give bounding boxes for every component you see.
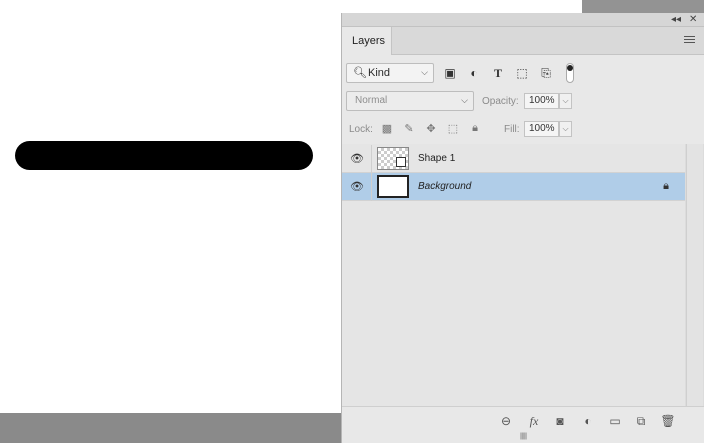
search-icon: 🔍︎ bbox=[353, 67, 367, 79]
smart-object-filter-icon[interactable]: ⎘ bbox=[538, 65, 554, 81]
vector-mask-icon bbox=[396, 157, 406, 167]
layer-name[interactable]: Background bbox=[418, 181, 471, 192]
fill-label: Fill: bbox=[504, 124, 520, 135]
layer-shape-1[interactable]: 👁︎ Shape 1 bbox=[342, 145, 685, 173]
shape-filter-icon[interactable]: ⬚ bbox=[514, 65, 530, 81]
filter-kind-dropdown[interactable]: 🔍︎ Kind ⌵ bbox=[346, 63, 434, 83]
fill-input[interactable]: 100% bbox=[524, 121, 559, 137]
chevron-down-icon: ⌵ bbox=[421, 67, 428, 77]
opacity-chevron-icon[interactable]: ⌵ bbox=[559, 93, 572, 109]
layer-background[interactable]: 👁︎ Background 🔒︎ bbox=[342, 173, 685, 201]
new-group-icon[interactable]: ▭ bbox=[607, 413, 623, 429]
lock-icon[interactable]: 🔒︎ bbox=[663, 180, 669, 193]
opacity-label: Opacity: bbox=[482, 96, 519, 107]
panel-topbar: ◂◂ ✕ bbox=[342, 13, 704, 27]
delete-layer-icon[interactable]: 🗑︎ bbox=[660, 413, 676, 429]
layers-bottom-bar: ⊖ fx ◙ ◐ ▭ ⧉ 🗑︎ bbox=[342, 406, 704, 434]
canvas-pasteboard bbox=[582, 0, 704, 14]
lock-artboard-icon[interactable]: ⬚ bbox=[446, 122, 460, 136]
opacity-input[interactable]: 100% bbox=[524, 93, 559, 109]
tab-layers[interactable]: Layers bbox=[342, 27, 392, 55]
panel-menu-icon[interactable] bbox=[684, 36, 695, 45]
scrollbar-thumb[interactable] bbox=[686, 144, 703, 406]
collapse-icon[interactable]: ◂◂ bbox=[671, 14, 681, 26]
layer-thumbnail bbox=[377, 175, 409, 198]
blend-mode-value: Normal bbox=[355, 95, 388, 106]
adjustment-filter-icon[interactable]: ◐ bbox=[466, 65, 482, 81]
add-mask-icon[interactable]: ◙ bbox=[552, 413, 568, 429]
lock-label: Lock: bbox=[349, 124, 373, 135]
type-filter-icon[interactable]: T bbox=[490, 65, 506, 81]
close-icon[interactable]: ✕ bbox=[689, 14, 697, 26]
fill-chevron-icon[interactable]: ⌵ bbox=[559, 121, 572, 137]
filter-kind-label: Kind bbox=[368, 67, 391, 79]
lock-image-pixels-icon[interactable]: ✎ bbox=[402, 122, 416, 136]
filter-toggle[interactable] bbox=[566, 63, 574, 83]
blend-mode-dropdown[interactable]: Normal ⌵ bbox=[346, 91, 474, 111]
lock-all-icon[interactable]: 🔒︎ bbox=[468, 122, 482, 136]
new-layer-icon[interactable]: ⧉ bbox=[633, 413, 649, 429]
link-layers-icon[interactable]: ⊖ bbox=[498, 413, 514, 429]
resize-grip-icon[interactable]: |||||||| bbox=[512, 433, 534, 440]
layers-panel: ◂◂ ✕ Layers 🔍︎ Kind ⌵ ▣ ◐ T ⬚ ⎘ Normal ⌵… bbox=[341, 13, 704, 443]
canvas-pasteboard-bottom bbox=[0, 413, 342, 443]
lock-position-icon[interactable]: ✥ bbox=[424, 122, 438, 136]
layers-list: 👁︎ Shape 1 👁︎ Background 🔒︎ bbox=[342, 144, 685, 406]
layer-thumbnail bbox=[377, 147, 409, 170]
image-filter-icon[interactable]: ▣ bbox=[442, 65, 458, 81]
shape-1-stroke[interactable] bbox=[15, 141, 313, 170]
layer-name[interactable]: Shape 1 bbox=[418, 153, 455, 164]
fx-icon[interactable]: fx bbox=[526, 413, 542, 429]
adjustment-layer-icon[interactable]: ◐ bbox=[580, 413, 596, 429]
eye-icon[interactable]: 👁︎ bbox=[350, 152, 364, 166]
panel-tab-row: Layers bbox=[342, 27, 704, 55]
chevron-down-icon: ⌵ bbox=[461, 95, 468, 105]
lock-transparent-pixels-icon[interactable]: ▩ bbox=[380, 122, 394, 136]
eye-icon[interactable]: 👁︎ bbox=[350, 180, 364, 194]
